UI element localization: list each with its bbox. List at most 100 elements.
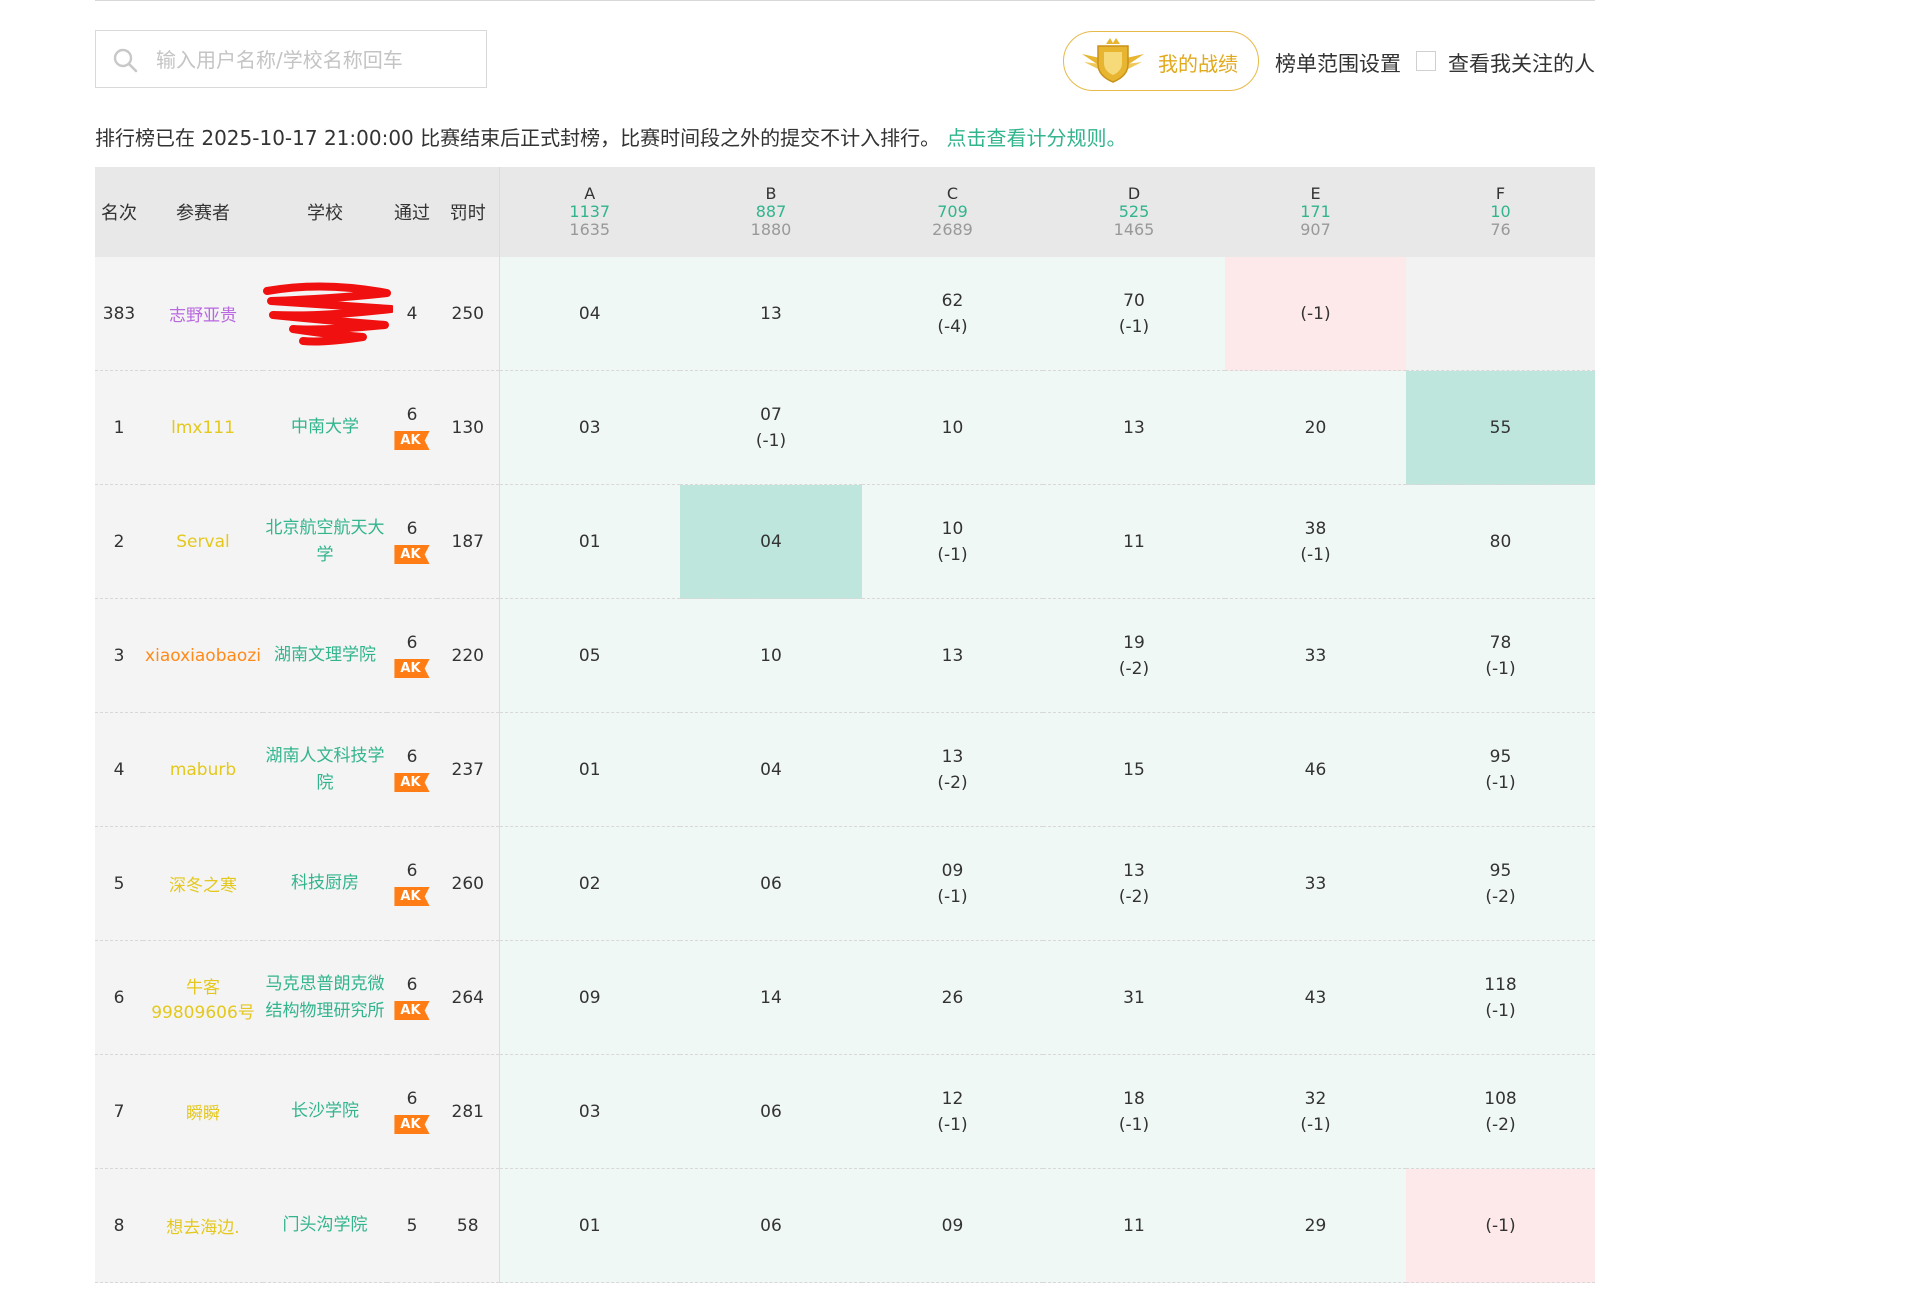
user-name-link[interactable]: 深冬之寒 [169,876,237,896]
problem-cell-f[interactable]: 95 (-1) [1406,712,1595,827]
wrong-attempts: (-1) [1300,303,1331,324]
follow-checkbox[interactable] [1416,51,1436,71]
wrong-attempts: (-2) [1485,886,1516,907]
problem-cell-e[interactable]: 43 [1225,940,1406,1055]
user-name-link[interactable]: 志野亚贵 [169,306,237,326]
problem-cell-a[interactable]: 09 [499,940,680,1055]
problem-cell-b[interactable]: 13 [680,257,862,371]
range-settings-link[interactable]: 榜单范围设置 [1275,48,1401,78]
problem-cell-b[interactable]: 07 (-1) [680,370,862,485]
problem-cell-c[interactable]: 09 [862,1168,1043,1283]
problem-cell-c[interactable]: 62 (-4) [862,257,1043,371]
wrong-attempts: (-1) [1485,1000,1516,1021]
problem-cell-a[interactable]: 03 [499,370,680,485]
rank-cell: 6 [95,940,143,1055]
problem-cell-b[interactable]: 06 [680,1168,862,1283]
solved-cell: 6 AK [387,712,437,827]
solve-time: 32 [1304,1088,1327,1109]
solve-time: 19 [1123,632,1145,653]
user-name-link[interactable]: Serval [176,532,229,552]
problem-cell-f[interactable] [1406,257,1595,371]
problem-cell-d[interactable]: 18 (-1) [1043,1054,1225,1169]
solve-time: 95 [1489,746,1512,767]
problem-cell-d[interactable]: 31 [1043,940,1225,1055]
rank-cell: 8 [95,1168,143,1283]
problem-cell-f[interactable]: 78 (-1) [1406,598,1595,713]
problem-cell-f[interactable]: 118 (-1) [1406,940,1595,1055]
problem-cell-b[interactable]: 04 [680,712,862,827]
problem-cell-e[interactable]: 33 [1225,598,1406,713]
problem-header-b[interactable]: B 887 1880 [680,167,862,257]
problem-cell-e[interactable]: 38 (-1) [1225,484,1406,599]
problem-cell-c[interactable]: 09 (-1) [862,826,1043,941]
solved-cell: 6 AK [387,370,437,485]
header-penalty: 罚时 [437,167,500,257]
search-box[interactable] [95,30,487,88]
problem-cell-d[interactable]: 19 (-2) [1043,598,1225,713]
problem-cell-d[interactable]: 13 [1043,370,1225,485]
problem-cell-f[interactable]: (-1) [1406,1168,1595,1283]
problem-header-f[interactable]: F 10 76 [1406,167,1595,257]
solved-count: 6 [406,747,418,767]
follow-label[interactable]: 查看我关注的人 [1448,48,1595,78]
problem-cell-e[interactable]: 20 [1225,370,1406,485]
problem-cell-d[interactable]: 13 (-2) [1043,826,1225,941]
table-row: 6 牛客99809606号 马克思普朗克微结构物理研究所 6 AK 264 09 14 26 31… [95,940,1595,1055]
problem-cell-d[interactable]: 70 (-1) [1043,257,1225,371]
problem-cell-b[interactable]: 06 [680,1054,862,1169]
problem-submission-count: 1880 [750,220,792,239]
problem-cell-c[interactable]: 26 [862,940,1043,1055]
header-solved: 通过 [387,167,437,257]
problem-cell-d[interactable]: 15 [1043,712,1225,827]
user-name-link[interactable]: lmx111 [171,418,235,438]
problem-cell-e[interactable]: 29 [1225,1168,1406,1283]
problem-cell-c[interactable]: 10 (-1) [862,484,1043,599]
problem-cell-b[interactable]: 14 [680,940,862,1055]
problem-cell-e[interactable]: 32 (-1) [1225,1054,1406,1169]
user-name-link[interactable]: xiaoxiaobaozi [145,646,261,666]
table-row: 3 xiaoxiaobaozi 湖南文理学院 6 AK 220 05 10 13 19 (-2) 33… [95,598,1595,713]
problem-cell-d[interactable]: 11 [1043,1168,1225,1283]
problem-cell-e[interactable]: (-1) [1225,257,1406,371]
user-name-link[interactable]: 想去海边. [166,1218,239,1238]
wrong-attempts: (-1) [1118,1114,1150,1135]
problem-cell-a[interactable]: 01 [499,484,680,599]
problem-cell-e[interactable]: 46 [1225,712,1406,827]
problem-cell-a[interactable]: 02 [499,826,680,941]
problem-cell-f[interactable]: 55 [1406,370,1595,485]
user-name-link[interactable]: maburb [170,760,236,780]
problem-header-d[interactable]: D 525 1465 [1043,167,1225,257]
problem-cell-f[interactable]: 80 [1406,484,1595,599]
solved-count: 4 [406,303,418,324]
problem-cell-a[interactable]: 01 [499,1168,680,1283]
problem-cell-c[interactable]: 10 [862,370,1043,485]
scoring-rules-link[interactable]: 点击查看计分规则。 [947,126,1127,150]
search-input[interactable] [154,41,478,79]
problem-header-c[interactable]: C 709 2689 [862,167,1043,257]
problem-header-a[interactable]: A 1137 1635 [499,167,680,257]
problem-cell-a[interactable]: 01 [499,712,680,827]
problem-cell-c[interactable]: 13 [862,598,1043,713]
solved-cell: 4 [387,257,437,371]
solved-count: 6 [406,975,418,995]
solved-count: 6 [406,519,418,539]
problem-header-e[interactable]: E 171 907 [1225,167,1406,257]
problem-cell-b[interactable]: 04 [680,484,862,599]
problem-cell-c[interactable]: 12 (-1) [862,1054,1043,1169]
user-name-link[interactable]: 瞬瞬 [186,1104,220,1124]
solve-time: 04 [760,759,782,780]
problem-cell-b[interactable]: 10 [680,598,862,713]
problem-cell-c[interactable]: 13 (-2) [862,712,1043,827]
my-record-button[interactable]: 我的战绩 [1063,31,1259,91]
problem-cell-f[interactable]: 95 (-2) [1406,826,1595,941]
problem-cell-b[interactable]: 06 [680,826,862,941]
problem-cell-e[interactable]: 33 [1225,826,1406,941]
user-name-link[interactable]: 牛客99809606号 [151,978,255,1023]
solve-time: 03 [578,1101,601,1122]
problem-cell-f[interactable]: 108 (-2) [1406,1054,1595,1169]
problem-cell-a[interactable]: 03 [499,1054,680,1169]
problem-cell-a[interactable]: 05 [499,598,680,713]
user-cell: Serval [143,484,263,599]
problem-cell-d[interactable]: 11 [1043,484,1225,599]
problem-cell-a[interactable]: 04 [499,257,680,371]
